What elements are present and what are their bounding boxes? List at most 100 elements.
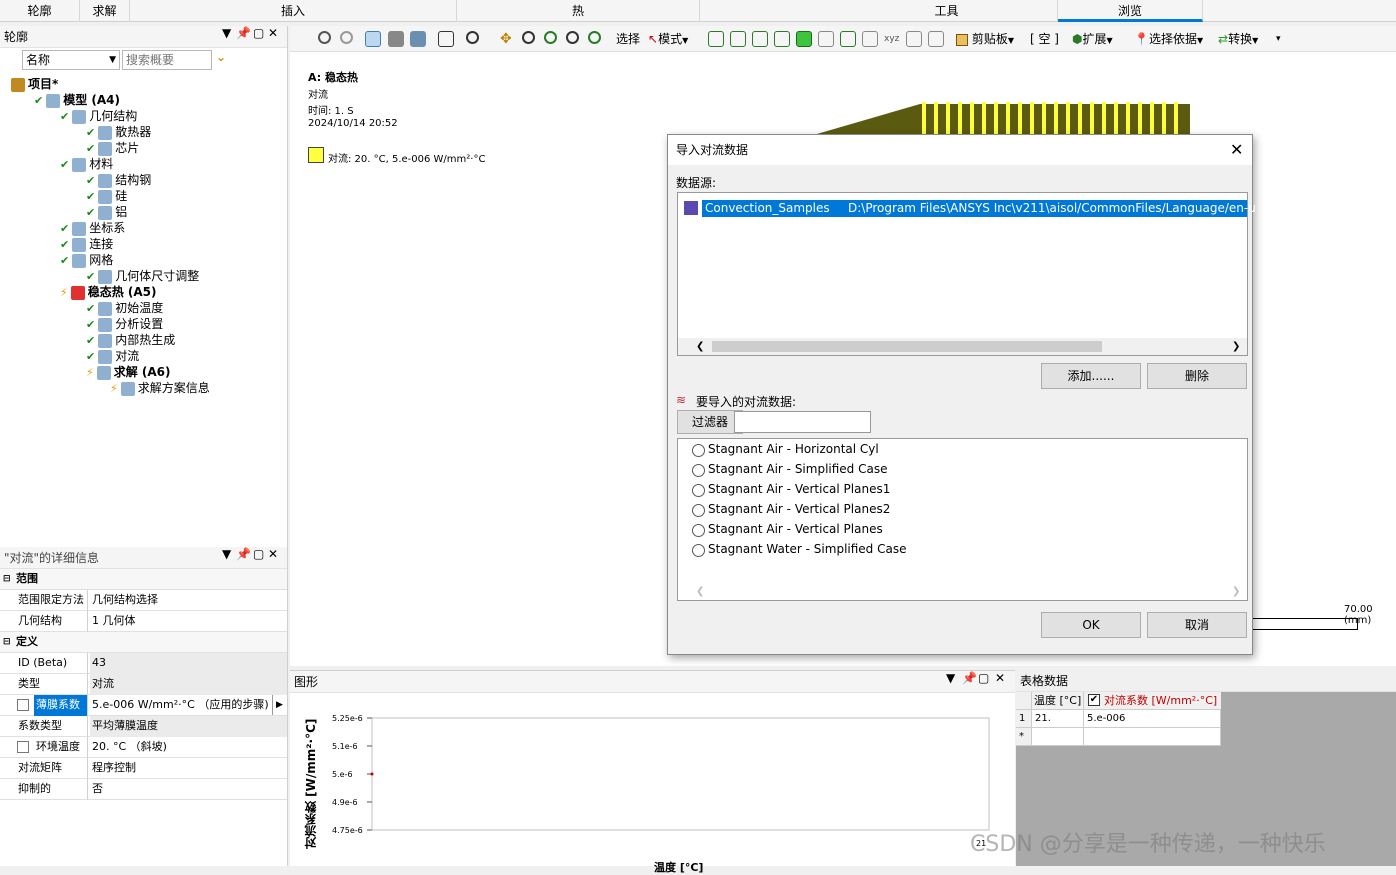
- tree-item-model[interactable]: ✔ 模型 (A4): [34, 92, 120, 108]
- collapse-icon[interactable]: ⊟: [3, 632, 11, 652]
- select-mesh-icon[interactable]: [862, 31, 878, 47]
- mode-button[interactable]: ↖模式▼: [648, 30, 688, 50]
- maximize-icon[interactable]: ▢: [978, 671, 989, 685]
- search-input[interactable]: [122, 50, 212, 70]
- toolbar-overflow-icon[interactable]: ▾: [1276, 30, 1281, 48]
- dropdown-icon[interactable]: ▼: [222, 26, 231, 40]
- tree-item-settings[interactable]: ✔ 分析设置: [86, 316, 163, 332]
- tree-item-mat-item[interactable]: ✔ 铝: [86, 204, 127, 220]
- option-label[interactable]: Stagnant Water - Simplified Case: [708, 542, 906, 556]
- tree-item-coord[interactable]: ✔ 坐标系: [60, 220, 125, 236]
- option-label[interactable]: Stagnant Air - Horizontal Cyl: [708, 442, 879, 456]
- dialog-close-icon[interactable]: ✕: [1230, 140, 1243, 159]
- details-row[interactable]: 几何结构 1 几何体: [0, 611, 287, 632]
- option-radio[interactable]: [692, 524, 705, 537]
- col-header-coef[interactable]: 对流系数 [W/mm²·°C]: [1084, 692, 1221, 710]
- filter-input[interactable]: [734, 411, 871, 433]
- filter-chevron-icon[interactable]: ⌄: [216, 50, 226, 64]
- tree-item-solution-info[interactable]: ⚡ 求解方案信息: [110, 380, 210, 396]
- select-body-active-icon[interactable]: [796, 31, 812, 47]
- maximize-icon[interactable]: ▢: [253, 26, 264, 40]
- option-radio[interactable]: [692, 544, 705, 557]
- box-select-icon[interactable]: [438, 31, 454, 47]
- close-icon[interactable]: ✕: [995, 671, 1005, 685]
- select-edge-icon[interactable]: [730, 31, 746, 47]
- table-cell[interactable]: 5.e-006: [1084, 710, 1221, 728]
- table-cell[interactable]: [1032, 728, 1084, 746]
- zoom-icon[interactable]: [522, 31, 535, 44]
- scroll-left-icon[interactable]: ❮: [696, 341, 704, 352]
- details-row[interactable]: 对流矩阵 程序控制: [0, 758, 287, 779]
- details-value[interactable]: 程序控制: [90, 758, 287, 779]
- pin-icon[interactable]: 📌: [962, 671, 977, 685]
- extend-button[interactable]: ⬢扩展▼: [1072, 30, 1113, 50]
- tree-item-mat-item[interactable]: ✔ 结构钢: [86, 172, 151, 188]
- option-radio[interactable]: [692, 464, 705, 477]
- details-value[interactable]: 否: [90, 779, 287, 800]
- rotate-icon[interactable]: [466, 31, 479, 44]
- details-row[interactable]: 类型 对流: [0, 674, 287, 695]
- source-hscroll[interactable]: ❮ ❯: [678, 338, 1247, 355]
- tree-item-mat-item[interactable]: ✔ 硅: [86, 188, 127, 204]
- option-radio[interactable]: [692, 484, 705, 497]
- select-node-icon[interactable]: [818, 31, 834, 47]
- details-value[interactable]: 1 几何体: [90, 611, 287, 632]
- tree-item-heat[interactable]: ✔ 内部热生成: [86, 332, 175, 348]
- zoom-in-icon[interactable]: [340, 31, 353, 44]
- col-header-temp[interactable]: 温度 [°C]: [1032, 692, 1084, 710]
- tree-item-convection[interactable]: ✔ 对流: [86, 348, 139, 364]
- tab-browse[interactable]: 浏览: [1058, 0, 1203, 22]
- select-vertex-icon[interactable]: [708, 31, 724, 47]
- scroll-right-icon[interactable]: ❯: [1232, 586, 1240, 597]
- tree-item-conn[interactable]: ✔ 连接: [60, 236, 113, 252]
- details-row[interactable]: ID (Beta) 43: [0, 653, 287, 674]
- zoom-out-icon[interactable]: [318, 31, 331, 44]
- zoom-all-icon[interactable]: [588, 31, 601, 44]
- option-radio[interactable]: [692, 444, 705, 457]
- details-value[interactable]: 20. °C （斜坡): [90, 737, 287, 758]
- tab-outline[interactable]: 轮廓: [0, 0, 80, 22]
- option-radio[interactable]: [692, 504, 705, 517]
- table-cell[interactable]: [1084, 728, 1221, 746]
- tree-item-init[interactable]: ✔ 初始温度: [86, 300, 163, 316]
- select-element-icon[interactable]: [840, 31, 856, 47]
- details-row[interactable]: 范围限定方法 几何结构选择: [0, 590, 287, 611]
- tab-tools[interactable]: 工具: [836, 0, 1058, 22]
- label-icon[interactable]: [906, 31, 922, 47]
- tree-item-mat[interactable]: ✔ 材料: [60, 156, 113, 172]
- coordinate-icon[interactable]: xyz: [884, 31, 900, 47]
- tree-item-solution[interactable]: ⚡ 求解 (A6): [86, 364, 171, 380]
- select-body-icon[interactable]: [774, 31, 790, 47]
- select-button[interactable]: 选择: [616, 30, 640, 48]
- option-label[interactable]: Stagnant Air - Vertical Planes1: [708, 482, 890, 496]
- details-row[interactable]: ▶ 薄膜系数 5.e-006 W/mm²·°C （应用的步骤): [0, 695, 287, 716]
- parameter-checkbox[interactable]: [17, 741, 29, 753]
- display-icon[interactable]: [410, 31, 426, 47]
- details-row[interactable]: 环境温度 20. °C （斜坡): [0, 737, 287, 758]
- tree-item-mesh-item[interactable]: ✔ 几何体尺寸调整: [86, 268, 199, 284]
- details-row[interactable]: 系数类型 平均薄膜温度: [0, 716, 287, 737]
- maximize-icon[interactable]: ▢: [253, 547, 264, 561]
- table-cell[interactable]: 21.: [1032, 710, 1084, 728]
- select-face-icon[interactable]: [752, 31, 768, 47]
- option-label[interactable]: Stagnant Air - Simplified Case: [708, 462, 887, 476]
- cube-view-icon[interactable]: [365, 31, 381, 47]
- option-label[interactable]: Stagnant Air - Vertical Planes: [708, 522, 883, 536]
- tree-item-body[interactable]: ✔ 芯片: [86, 140, 139, 156]
- add-button[interactable]: 添加......: [1041, 363, 1141, 389]
- details-value[interactable]: 平均薄膜温度: [90, 716, 287, 737]
- select-by-button[interactable]: 📍选择依据▼: [1134, 30, 1203, 50]
- tab-thermal[interactable]: 热: [457, 0, 700, 22]
- cancel-button[interactable]: 取消: [1147, 612, 1247, 638]
- parameter-checkbox[interactable]: [17, 699, 29, 711]
- scroll-right-icon[interactable]: ❯: [1232, 341, 1240, 352]
- tree-item-body[interactable]: ✔ 散热器: [86, 124, 151, 140]
- details-value[interactable]: 几何结构选择: [90, 590, 287, 611]
- option-label[interactable]: Stagnant Air - Vertical Planes2: [708, 502, 890, 516]
- pin-icon[interactable]: 📌: [236, 547, 251, 561]
- annotation-icon[interactable]: [928, 31, 944, 47]
- details-row[interactable]: 抑制的否: [0, 779, 287, 800]
- options-hscroll[interactable]: ❮ ❯: [678, 584, 1247, 600]
- scroll-thumb[interactable]: [712, 341, 1102, 352]
- clipboard-button[interactable]: 剪贴板▼: [956, 30, 1014, 50]
